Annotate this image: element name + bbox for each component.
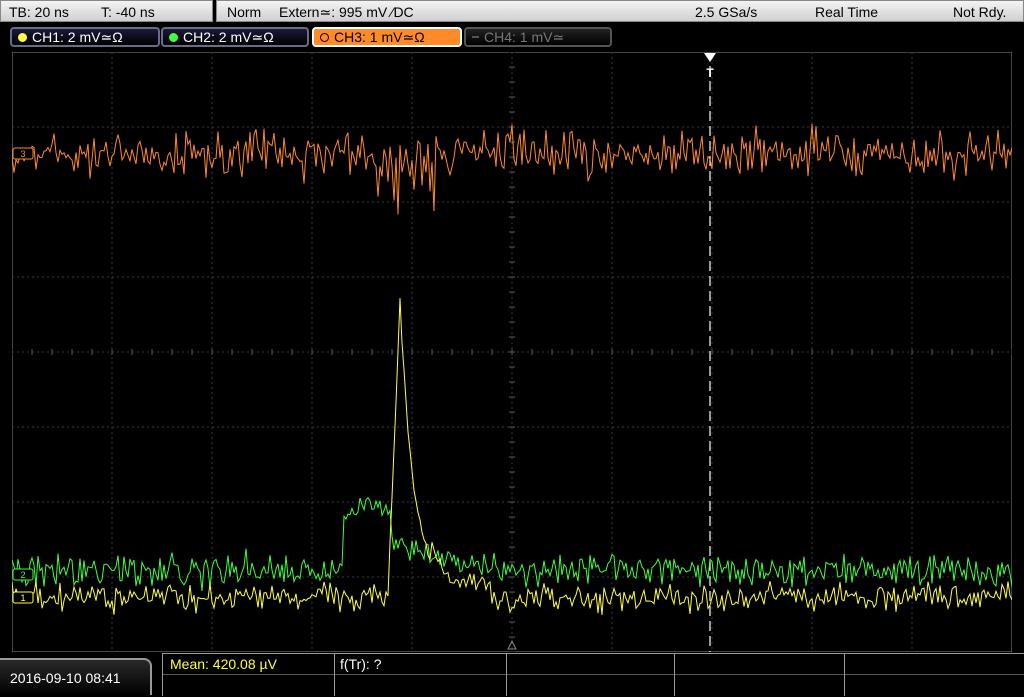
- timebase-value[interactable]: TB: 20 ns: [9, 1, 69, 23]
- measurement-col-divider: [506, 654, 507, 696]
- ch3-color-dot-icon: [320, 32, 329, 42]
- ch4-label: CH4: 1 mV≃: [484, 29, 565, 45]
- channel-button-ch3[interactable]: CH3: 1 mV≃Ω: [312, 27, 462, 47]
- measurement-col-divider: [674, 654, 675, 696]
- trigger-status: Not Rdy.: [953, 4, 1007, 20]
- measurement-row-divider: [162, 674, 1024, 675]
- acquisition-status-panel[interactable]: Norm Extern≃: 995 mV ∕DC 2.5 GSa/s Real …: [216, 0, 1024, 22]
- ch3-marker-label: 3: [20, 149, 25, 159]
- ch2-color-dot-icon: [169, 32, 178, 42]
- measurement-table[interactable]: Mean: 420.08 µV f(Tr): ?: [162, 653, 1024, 696]
- ch3-label: CH3: 1 mV≃Ω: [334, 29, 425, 45]
- trigger-source[interactable]: Extern≃: 995 mV ∕DC: [279, 1, 414, 23]
- ch3-offset-marker[interactable]: 3: [12, 147, 34, 160]
- date-time-display[interactable]: 2016-09-10 08:41: [0, 658, 152, 695]
- trigger-mode[interactable]: Norm: [227, 1, 261, 23]
- ch2-label: CH2: 2 mV≃Ω: [183, 29, 274, 45]
- ch1-color-dot-icon: [18, 32, 27, 42]
- waveform-display[interactable]: T 3 2 1: [12, 52, 1012, 652]
- trigger-time-value[interactable]: T: -40 ns: [101, 1, 155, 23]
- channel-button-ch2[interactable]: CH2: 2 mV≃Ω: [161, 27, 309, 47]
- measurement-col-divider: [162, 654, 163, 696]
- measurement-col-divider: [334, 654, 335, 696]
- sample-rate[interactable]: 2.5 GSa/s: [695, 1, 757, 23]
- measurement-frequency[interactable]: f(Tr): ?: [340, 654, 381, 674]
- bottom-bar: 2016-09-10 08:41 Mean: 420.08 µV f(Tr): …: [0, 653, 1024, 696]
- ch2-offset-marker[interactable]: 2: [12, 568, 34, 581]
- timebase-panel[interactable]: TB: 20 ns T: -40 ns: [0, 0, 213, 22]
- measurement-col-divider: [844, 654, 845, 696]
- acquisition-mode[interactable]: Real Time: [815, 1, 878, 23]
- measurement-mean[interactable]: Mean: 420.08 µV: [170, 654, 277, 674]
- ch4-off-dash-icon: [472, 36, 479, 39]
- ch1-marker-label: 1: [20, 593, 25, 603]
- ch1-offset-marker[interactable]: 1: [12, 591, 34, 604]
- channel-bar: CH1: 2 mV≃Ω CH2: 2 mV≃Ω CH3: 1 mV≃Ω CH4:…: [0, 24, 1024, 50]
- trigger-marker-label: T: [706, 66, 714, 80]
- ch2-marker-label: 2: [20, 570, 25, 580]
- channel-button-ch4[interactable]: CH4: 1 mV≃: [464, 27, 612, 47]
- top-status-bar: TB: 20 ns T: -40 ns Norm Extern≃: 995 mV…: [0, 0, 1024, 24]
- channel-button-ch1[interactable]: CH1: 2 mV≃Ω: [10, 27, 160, 47]
- ch1-label: CH1: 2 mV≃Ω: [32, 29, 123, 45]
